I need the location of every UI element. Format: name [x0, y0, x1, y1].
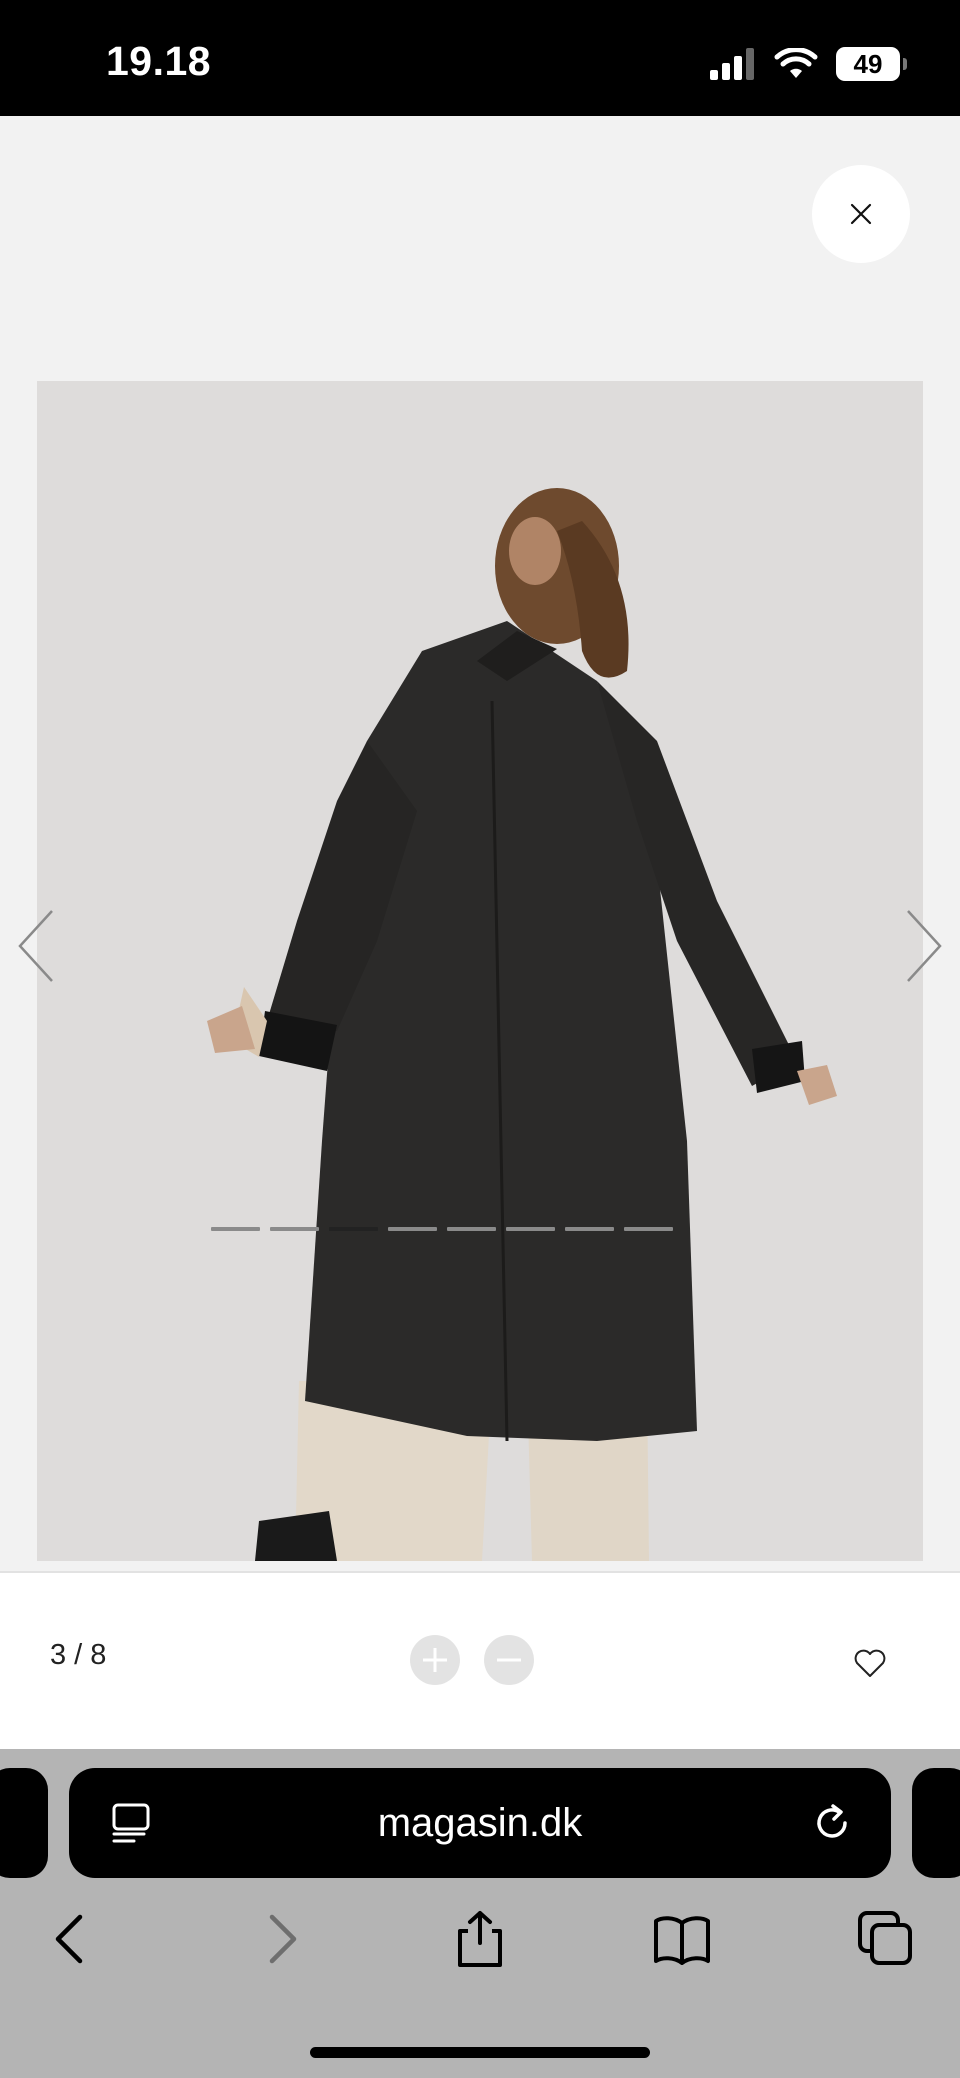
share-icon[interactable] [450, 1909, 510, 1969]
wifi-icon [774, 48, 818, 78]
viewer-toolbar: 3 / 8 [0, 1571, 960, 1749]
url-text: magasin.dk [377, 1800, 583, 1845]
progress-segment[interactable] [624, 1227, 673, 1231]
previous-tab-preview[interactable] [0, 1768, 48, 1878]
zoom-out-button[interactable] [484, 1635, 534, 1685]
zoom-in-icon [423, 1648, 447, 1672]
status-bar: 19.18 49 [0, 0, 960, 116]
product-photo [37, 381, 923, 1561]
slide-counter: 3 / 8 [50, 1639, 107, 1671]
reload-icon[interactable] [809, 1800, 855, 1846]
image-viewer: 3 / 8 [0, 116, 960, 1749]
progress-segment[interactable] [388, 1227, 437, 1231]
progress-segment[interactable] [211, 1227, 260, 1231]
progress-segment[interactable] [506, 1227, 555, 1231]
tabs-icon[interactable] [856, 1909, 916, 1969]
zoom-out-icon [497, 1658, 521, 1662]
chevron-left-icon [18, 910, 53, 982]
heart-icon[interactable] [852, 1645, 888, 1681]
browser-toolbar: magasin.dk [0, 1749, 960, 2078]
status-time: 19.18 [106, 38, 212, 84]
progress-segment[interactable] [270, 1227, 319, 1231]
progress-segment[interactable] [565, 1227, 614, 1231]
previous-image-button[interactable] [12, 896, 62, 996]
address-bar[interactable]: magasin.dk [69, 1768, 891, 1878]
bookmarks-icon[interactable] [652, 1909, 712, 1969]
battery-icon: 49 [836, 47, 907, 81]
close-button[interactable] [812, 165, 910, 263]
battery-level: 49 [853, 48, 883, 79]
reader-icon[interactable] [110, 1803, 152, 1845]
chevron-right-icon [907, 910, 942, 982]
zoom-in-button[interactable] [410, 1635, 460, 1685]
progress-segment[interactable] [447, 1227, 496, 1231]
slide-progress-indicator [211, 1227, 673, 1231]
progress-segment[interactable] [329, 1227, 378, 1231]
status-icons: 49 [710, 44, 907, 84]
close-icon [850, 203, 872, 225]
cellular-signal-icon [710, 48, 754, 80]
home-indicator [310, 2047, 650, 2058]
next-tab-preview[interactable] [912, 1768, 960, 1878]
back-icon[interactable] [42, 1909, 102, 1969]
next-image-button[interactable] [898, 896, 948, 996]
forward-icon[interactable] [250, 1909, 310, 1969]
product-image[interactable] [37, 381, 923, 1561]
